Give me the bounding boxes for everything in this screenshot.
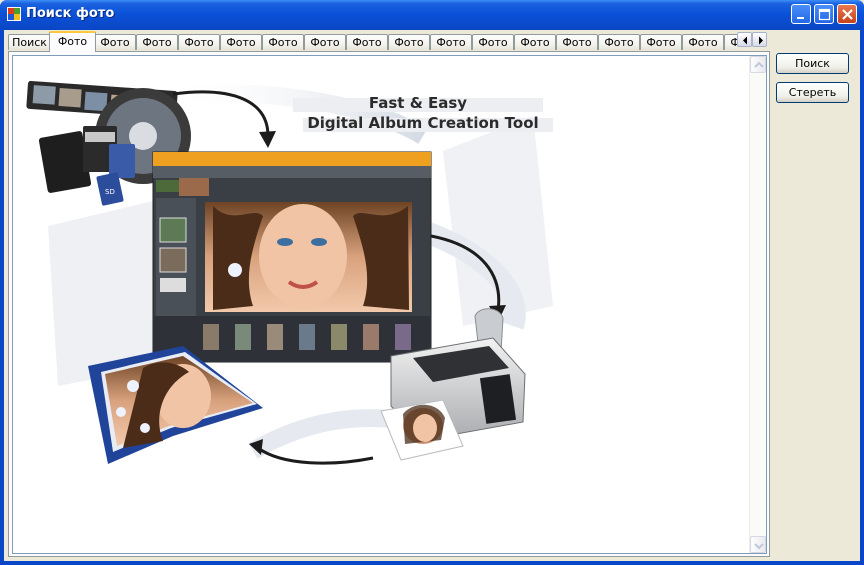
tab-photo[interactable]: Фото: [514, 34, 556, 50]
arrow-right-icon: [759, 36, 763, 45]
sd-card-text: SD: [105, 188, 115, 196]
search-button[interactable]: Поиск: [776, 53, 849, 74]
tab-photo[interactable]: Фото: [724, 34, 738, 50]
software-screenshot-graphic: [152, 151, 432, 363]
app-window: Поиск фото Поиск Фото Фото Фото Фото Фото Фото…: [0, 0, 864, 565]
headline-line-2: Digital Album Creation Tool: [307, 114, 539, 132]
minimize-button[interactable]: [791, 4, 811, 24]
window-bottom-border: [0, 561, 864, 565]
close-icon: [842, 9, 853, 20]
picture-box: SD Fast & Easy Digital Album Creation To…: [12, 55, 767, 554]
photo-album-graphic: [88, 346, 263, 464]
scroll-down-button[interactable]: [750, 536, 766, 553]
tab-page-photo: SD Fast & Easy Digital Album Creation To…: [8, 51, 770, 557]
tab-photo[interactable]: Фото: [178, 34, 220, 50]
tab-photo[interactable]: Фото: [640, 34, 682, 50]
tab-photo[interactable]: Фото: [388, 34, 430, 50]
arrow-down-icon: [754, 543, 764, 550]
minimize-icon: [797, 17, 804, 19]
arrow-left-icon: [743, 36, 747, 45]
maximize-icon: [818, 8, 831, 21]
tab-photo[interactable]: Фото: [49, 31, 96, 52]
arrow-up-icon: [754, 61, 764, 68]
maximize-button[interactable]: [814, 4, 834, 24]
tab-scroll-left[interactable]: [737, 32, 752, 47]
tab-photo[interactable]: Фото: [598, 34, 640, 50]
tab-photo[interactable]: Фото: [682, 34, 724, 50]
app-icon: [7, 7, 21, 21]
close-button[interactable]: [837, 4, 857, 24]
clear-button[interactable]: Стереть: [776, 82, 849, 103]
window-title: Поиск фото: [26, 6, 115, 21]
tab-photo[interactable]: Фото: [136, 34, 178, 50]
title-bar[interactable]: Поиск фото: [0, 0, 864, 30]
tab-photo[interactable]: Фото: [262, 34, 304, 50]
tab-strip: Поиск Фото Фото Фото Фото Фото Фото Фото Фото Фот…: [8, 30, 738, 52]
client-area: Поиск Фото Фото Фото Фото Фото Фото Фото Фото Фот…: [4, 30, 860, 561]
tab-photo[interactable]: Фото: [94, 34, 136, 50]
vertical-scrollbar[interactable]: [749, 56, 766, 553]
tab-photo[interactable]: Фото: [304, 34, 346, 50]
tab-photo[interactable]: Фото: [472, 34, 514, 50]
tab-photo[interactable]: Фото: [430, 34, 472, 50]
tab-photo[interactable]: Фото: [220, 34, 262, 50]
tab-scroll-right[interactable]: [752, 32, 767, 47]
tab-search[interactable]: Поиск: [8, 34, 51, 50]
tab-photo[interactable]: Фото: [346, 34, 388, 50]
scroll-up-button[interactable]: [750, 56, 766, 73]
headline-line-1: Fast & Easy: [368, 94, 468, 112]
tab-photo[interactable]: Фото: [556, 34, 598, 50]
